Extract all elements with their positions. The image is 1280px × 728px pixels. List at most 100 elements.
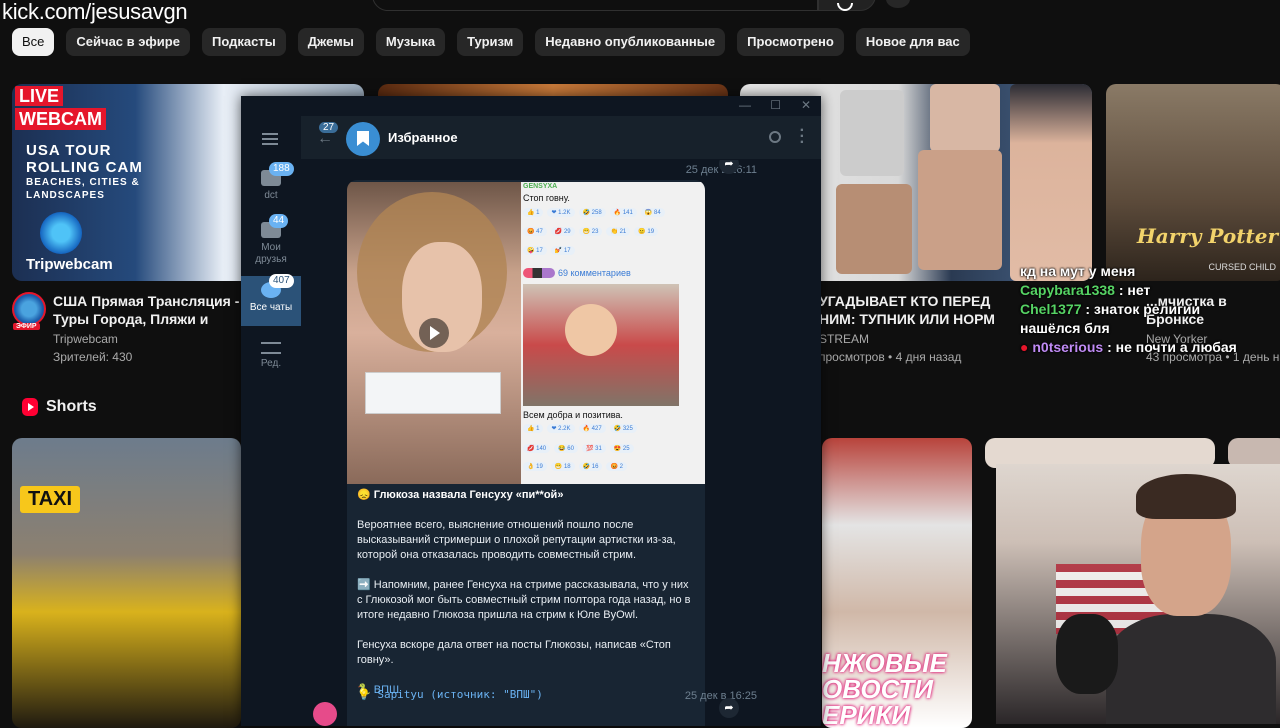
reaction: 🔥 427 xyxy=(578,424,606,433)
reaction: 😐 19 xyxy=(634,227,659,236)
folder-dct[interactable]: 188 dct xyxy=(241,162,301,208)
reaction-row: 👍 1 ❤ 2.2K 🔥 427 🤣 325 xyxy=(523,424,637,433)
shorts-heading: Shorts xyxy=(22,398,97,416)
search-input[interactable] xyxy=(372,0,818,11)
video-thumbnail-building[interactable]: Harry Potter CURSED CHILD xyxy=(1106,84,1280,281)
sliders-icon xyxy=(261,342,281,354)
comments-link: 69 комментариев xyxy=(523,268,631,278)
shorts-icon xyxy=(22,398,38,416)
reaction: 🤣 258 xyxy=(578,208,606,217)
stream-url-overlay: kick.com/jesusavgn xyxy=(2,0,188,24)
folders-sidebar: 188 dct 44 Мои друзья 407 Все чаты Ред. xyxy=(241,116,301,726)
chip-jams[interactable]: Джемы xyxy=(297,28,364,56)
video-channel[interactable]: Tripwebcam xyxy=(53,331,118,347)
thumb-face xyxy=(918,150,1002,270)
search-icon[interactable] xyxy=(769,131,781,143)
chat-user: Chel1377 xyxy=(1020,301,1082,317)
comments-count: 69 комментариев xyxy=(558,268,631,278)
reaction: 👏 21 xyxy=(606,227,631,236)
chip-live[interactable]: Сейчас в эфире xyxy=(66,28,190,56)
thumb-face xyxy=(930,84,1000,152)
reaction: 😁 18 xyxy=(550,462,575,471)
reaction: 😡 2 xyxy=(606,462,627,471)
reaction: 💋 29 xyxy=(550,227,575,236)
video-title[interactable]: УГАДЫВАЕТ КТО ПЕРЕД НИМ: ТУПНИК ИЛИ НОРМ… xyxy=(819,292,1019,330)
tripwebcam-logo-icon xyxy=(40,212,82,254)
reaction: 😁 23 xyxy=(578,227,603,236)
message-paragraph: Генсуха вскоре дала ответ на посты Глюко… xyxy=(357,639,671,666)
minimize-button[interactable]: — xyxy=(739,98,751,112)
chat-message: ● n0tserious : не почти а любая xyxy=(1020,338,1280,357)
reaction: 🔥 141 xyxy=(609,208,637,217)
chip-recent[interactable]: Недавно опубликованные xyxy=(535,28,726,56)
play-icon[interactable] xyxy=(419,318,449,348)
chip-watched[interactable]: Просмотрено xyxy=(737,28,844,56)
chat-title[interactable]: Избранное xyxy=(388,130,458,145)
channel-avatar-live[interactable]: ЭФИР xyxy=(12,292,46,330)
create-icon[interactable] xyxy=(886,0,910,8)
short-thumbnail-taxi[interactable]: TAXI xyxy=(12,438,241,728)
messages-area: 25 дек в 16:11 ➦ GENSYXA Стоп говну. 👍 1… xyxy=(301,160,821,726)
chip-new-for-you[interactable]: Новое для вас xyxy=(855,28,970,56)
reaction: 🤪 17 xyxy=(523,246,547,255)
commenter-avatars xyxy=(523,268,555,278)
folder-edit[interactable]: Ред. xyxy=(241,336,301,380)
message-headline: 😞 Глюкоза назвала Генсуху «пи**ой» xyxy=(357,489,564,501)
chat-text: : не почти а любая xyxy=(1107,339,1237,355)
chip-podcasts[interactable]: Подкасты xyxy=(201,28,286,56)
photo-subject xyxy=(565,304,617,356)
thumb-face xyxy=(836,184,912,274)
folder-badge: 407 xyxy=(269,274,294,288)
reaction: 🤣 325 xyxy=(609,424,637,433)
message-signature: 💡 Sapityu (источник: "ВПШ") xyxy=(357,688,543,701)
chip-music[interactable]: Музыка xyxy=(375,28,446,56)
chat-header: ← 27 Избранное · · · xyxy=(301,116,821,160)
screenshot-attachment[interactable]: GENSYXA Стоп говну. 👍 1 ❤ 1.2K 🤣 258 🔥 1… xyxy=(521,182,705,484)
folder-label: Ред. xyxy=(260,358,282,369)
reaction: ❤ 1.2K xyxy=(547,208,575,217)
thumb-face xyxy=(1010,84,1092,281)
window-titlebar[interactable]: — ☐ ✕ xyxy=(241,96,821,116)
maximize-button[interactable]: ☐ xyxy=(770,98,781,112)
folder-all-chats[interactable]: 407 Все чаты xyxy=(241,274,301,326)
thumb-tour-text: USA TOUR ROLLING CAM xyxy=(26,142,143,176)
menu-icon[interactable] xyxy=(262,133,278,145)
reaction: 💅 17 xyxy=(550,246,575,255)
short-thumbnail-news[interactable]: НЖОВЫЕ ОВОСТИ ЕРИКИ xyxy=(822,438,972,728)
reaction: ❤ 2.2K xyxy=(547,424,575,433)
reaction: 😡 47 xyxy=(523,227,547,236)
reaction: 👌 19 xyxy=(523,462,547,471)
video-attachment[interactable] xyxy=(347,182,521,484)
reaction: 🤣 16 xyxy=(578,462,603,471)
reaction: 😱 84 xyxy=(640,208,665,217)
video-channel[interactable]: STREAM xyxy=(819,331,869,347)
reaction: 💋 140 xyxy=(523,444,551,453)
more-vertical-icon[interactable]: · · · xyxy=(800,123,805,151)
message-text: 😞 Глюкоза назвала Генсуху «пи**ой» Вероя… xyxy=(357,488,697,698)
filter-chips: Все Сейчас в эфире Подкасты Джемы Музыка… xyxy=(12,28,970,56)
streamer-body xyxy=(1106,614,1276,724)
folder-label: Мои друзья xyxy=(255,242,287,265)
thumb-face xyxy=(840,90,904,176)
message-paragraph: Вероятнее всего, выяснение отношений пош… xyxy=(357,519,676,561)
folder-friends[interactable]: 44 Мои друзья xyxy=(241,214,301,272)
forward-icon[interactable]: ➦ xyxy=(719,698,739,718)
reaction-row: 😡 47 💋 29 😁 23 👏 21 😐 19 xyxy=(523,227,659,236)
search-button[interactable] xyxy=(818,0,876,11)
reaction: 😂 60 xyxy=(554,444,578,453)
close-button[interactable]: ✕ xyxy=(801,98,811,112)
thumb-webcam-text: WEBCAM xyxy=(15,108,106,130)
chat-user: Capybara1338 xyxy=(1020,282,1115,298)
chat-message: Chel1377 : знаток религии нашёлся бля xyxy=(1020,300,1250,338)
chip-tourism[interactable]: Туризм xyxy=(457,28,524,56)
sender-avatar[interactable] xyxy=(313,702,337,726)
video-viewers: Зрителей: 430 xyxy=(53,350,133,364)
reaction: 👍 1 xyxy=(523,424,544,433)
video-frame xyxy=(365,372,501,414)
stream-chat-overlay: кд на мут у меня Capybara1338 : нет Chel… xyxy=(1020,262,1280,357)
chip-all[interactable]: Все xyxy=(12,28,55,56)
thumb-live-text: LIVE xyxy=(15,86,64,106)
message-paragraph: ➡️ Напомним, ранее Генсуха на стриме рас… xyxy=(357,579,691,621)
message-bubble: GENSYXA Стоп говну. 👍 1 ❤ 1.2K 🤣 258 🔥 1… xyxy=(347,180,705,726)
video-title[interactable]: США Прямая Трансляция - Туры Города, Пля… xyxy=(53,292,243,330)
